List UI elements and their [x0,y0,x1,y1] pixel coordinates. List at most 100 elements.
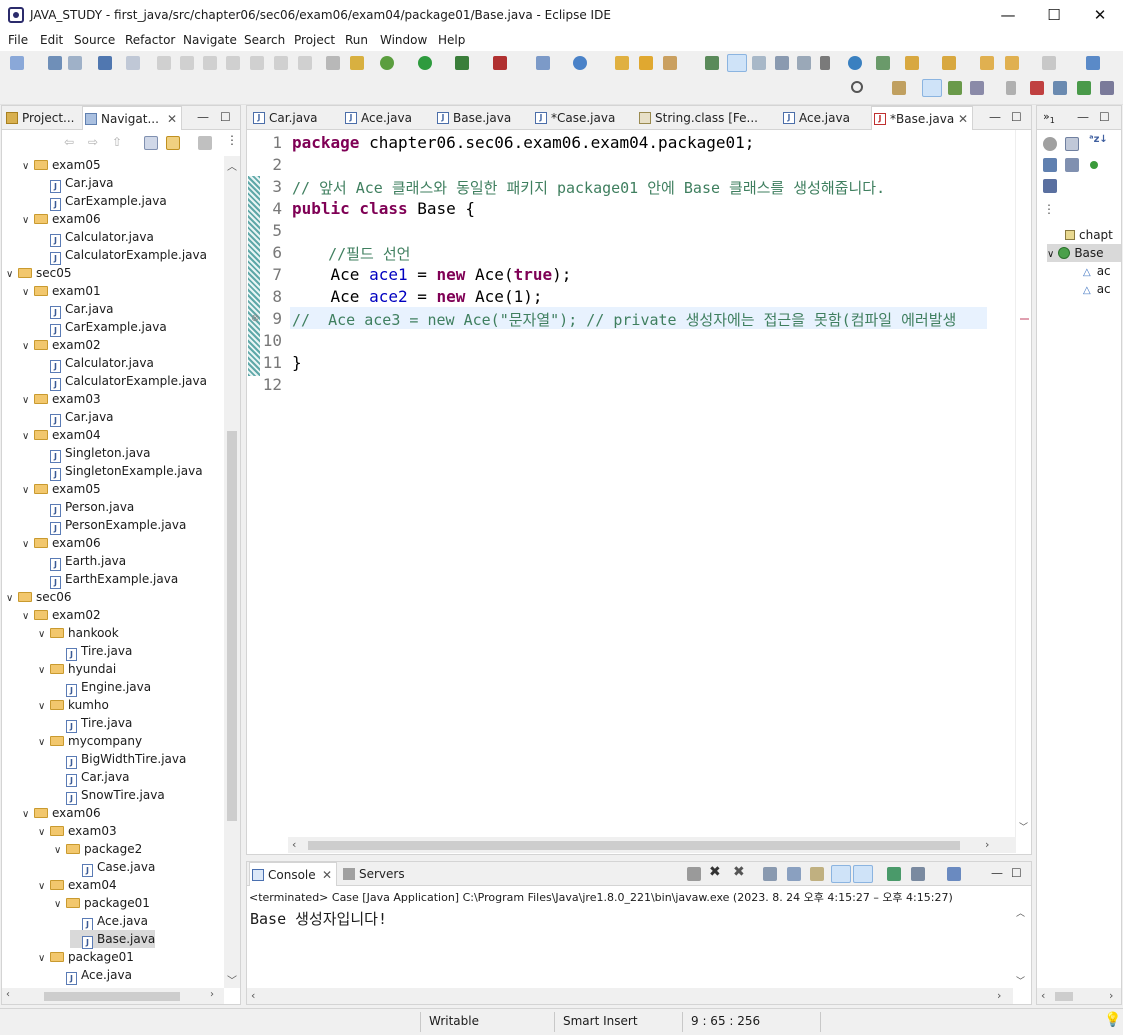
tree-file[interactable]: J SnowTire.java [54,786,165,805]
scroll-right-icon[interactable]: › [985,838,989,851]
chevron-down-icon[interactable]: ∨ [6,590,18,608]
restore-icon[interactable] [1006,81,1016,95]
menu-run[interactable]: Run [345,33,368,47]
view-menu-filter-icon[interactable] [198,136,212,150]
close-tab-icon[interactable]: ✕ [958,107,968,131]
minimize-editor-icon[interactable]: — [989,110,1001,124]
globe-icon[interactable] [848,56,862,70]
chevron-down-icon[interactable]: ∨ [22,428,34,446]
code-editor[interactable]: ⊗ ﹀ [247,130,1031,837]
tree-folder[interactable]: ∨ hyundai [38,660,116,678]
resume-icon[interactable] [157,56,171,70]
scroll-right-icon[interactable]: › [997,989,1001,1002]
outline-field-ace2[interactable]: △ ac [1083,280,1121,298]
tree-file[interactable]: J Car.java [38,408,114,427]
run-icon[interactable] [418,56,432,70]
scroll-up-icon[interactable]: ︿ [1016,906,1025,919]
chevron-down-icon[interactable]: ∨ [22,482,34,500]
tree-folder[interactable]: ∨ exam02 [22,336,101,354]
save-icon[interactable] [48,56,62,70]
menu-search[interactable]: Search [244,33,285,47]
view-menu-icon[interactable]: ⋮ [226,133,238,147]
tab-console[interactable]: Console ✕ [249,862,337,886]
open-task-icon[interactable] [639,56,653,70]
open-type-icon[interactable] [615,56,629,70]
last-edit-icon[interactable] [942,56,956,70]
open-console-icon[interactable] [947,867,961,881]
tree-file[interactable]: J Base.java [70,930,156,949]
scroll-right-icon[interactable]: › [210,989,214,1000]
chevron-down-icon[interactable]: ∨ [22,536,34,554]
next-annotation-icon[interactable] [876,56,890,70]
outline-view-menu-icon[interactable]: ⋮ [1043,202,1055,216]
outline-package[interactable]: chapt [1065,226,1121,244]
show-on-stdout-icon[interactable] [831,865,851,883]
tree-file[interactable]: J CarExample.java [38,318,167,337]
nav-back-icon[interactable]: ⇦ [64,135,74,149]
console-icon[interactable] [98,56,112,70]
search-tool-icon[interactable] [663,56,677,70]
close-tab-icon[interactable]: ✕ [167,107,177,131]
maximize-button[interactable]: ☐ [1031,0,1077,31]
tree-horizontal-scrollbar[interactable]: ‹ › [2,988,224,1004]
tree-folder[interactable]: ∨ exam06 [22,804,101,822]
chevron-down-icon[interactable]: ∨ [38,626,50,644]
tree-folder[interactable]: ∨ exam05 [22,480,101,498]
tree-folder[interactable]: ∨ kumho [38,696,109,714]
minimize-console-icon[interactable]: — [991,866,1003,880]
link-with-editor-icon[interactable] [166,136,180,150]
menu-refactor[interactable]: Refactor [125,33,175,47]
step-over-icon[interactable] [274,56,288,70]
chevron-down-icon[interactable]: ∨ [22,338,34,356]
tree-file[interactable]: J PersonExample.java [38,516,186,535]
editor-tab-case[interactable]: J *Case.java [533,106,631,130]
chevron-down-icon[interactable]: ∨ [38,734,50,752]
suspend-icon[interactable] [180,56,194,70]
problems-view-icon[interactable] [1100,81,1114,95]
tab-project-explorer[interactable]: Project... [4,106,76,130]
block-selection-icon[interactable] [752,56,766,70]
tree-folder[interactable]: ∨ package01 [38,948,134,966]
external-tools-icon[interactable] [493,56,507,70]
new-java-project-icon[interactable] [536,56,550,70]
scroll-right-icon[interactable]: › [1109,989,1113,1002]
debug-icon[interactable] [380,56,394,70]
new-icon[interactable] [10,56,24,70]
tree-file[interactable]: J Engine.java [54,678,151,697]
step-return-icon[interactable] [298,56,312,70]
editor-tab-ace-2[interactable]: J Ace.java [781,106,869,130]
tree-folder[interactable]: ∨ sec06 [6,588,72,606]
chevron-down-icon[interactable]: ∨ [6,266,18,284]
chevron-down-icon[interactable]: ∨ [38,878,50,896]
editor-tab-string-class[interactable]: String.class [Fe... [637,106,777,130]
maximize-editor-icon[interactable]: ☐ [1011,110,1022,124]
chevron-down-icon[interactable]: ∨ [22,392,34,410]
prev-annotation-icon[interactable] [905,56,919,70]
menu-edit[interactable]: Edit [40,33,63,47]
scroll-up-icon[interactable]: ︿ [227,158,237,173]
tree-file[interactable]: J Tire.java [54,642,132,661]
toggle-mark-occurrences-icon[interactable] [705,56,719,70]
menu-file[interactable]: File [8,33,28,47]
editor-tab-base-active[interactable]: J *Base.java ✕ [871,106,973,130]
save-all-icon[interactable] [68,56,82,70]
tree-file[interactable]: J Calculator.java [38,228,154,247]
maximize-outline-icon[interactable]: ☐ [1099,110,1110,124]
minimize-button[interactable]: — [985,0,1031,31]
tip-lightbulb-icon[interactable]: 💡 [1104,1012,1121,1028]
tree-file[interactable]: J Earth.java [38,552,126,571]
chevron-down-icon[interactable]: ∨ [38,824,50,842]
pin-console-icon[interactable] [887,867,901,881]
menu-source[interactable]: Source [74,33,115,47]
editor-hscroll-thumb[interactable] [308,841,960,850]
tree-folder[interactable]: ∨ exam03 [22,390,101,408]
outline-class-base[interactable]: ∨ Base [1047,244,1121,262]
step-into-icon[interactable] [250,56,264,70]
tree-file[interactable]: J Calculator.java [38,354,154,373]
tree-folder[interactable]: ∨ package01 [54,894,150,912]
outline-field-ace1[interactable]: △ ac [1083,262,1121,280]
highlight-icon[interactable] [727,54,747,72]
chevron-down-icon[interactable]: ∨ [38,698,50,716]
word-wrap-icon[interactable] [775,56,789,70]
chevron-down-icon[interactable]: ∨ [38,950,50,968]
